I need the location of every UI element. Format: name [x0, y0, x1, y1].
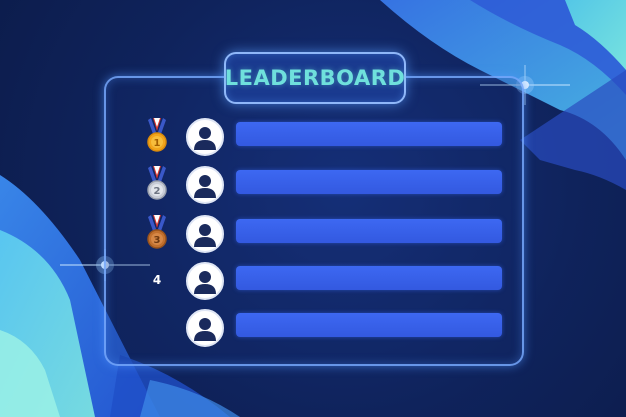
rank-number: 4	[152, 273, 162, 287]
svg-text:3: 3	[154, 235, 161, 246]
avatar	[186, 262, 224, 300]
page-title: LEADERBOARD	[224, 66, 406, 90]
user-icon	[194, 271, 216, 294]
gold-medal-icon: 1	[147, 118, 167, 152]
rank-4: 4	[142, 260, 172, 300]
score-bar	[236, 313, 502, 337]
score-bar	[236, 266, 502, 290]
avatar	[186, 166, 224, 204]
avatar	[186, 215, 224, 253]
user-icon	[194, 127, 216, 150]
rank-2: 2	[142, 164, 172, 204]
list-item: 1	[0, 116, 626, 156]
list-item: 2	[0, 164, 626, 204]
user-icon	[194, 224, 216, 247]
leaderboard-screen: LEADERBOARD 1 2 3 4	[0, 0, 626, 417]
list-item	[0, 307, 626, 347]
avatar	[186, 309, 224, 347]
list-item: 4	[0, 260, 626, 300]
score-bar	[236, 122, 502, 146]
svg-text:2: 2	[154, 186, 161, 197]
title-box: LEADERBOARD	[224, 52, 406, 104]
silver-medal-icon: 2	[147, 166, 167, 200]
rank-5	[142, 307, 172, 347]
svg-text:1: 1	[154, 138, 161, 149]
score-bar	[236, 219, 502, 243]
score-bar	[236, 170, 502, 194]
user-icon	[194, 318, 216, 341]
list-item: 3	[0, 213, 626, 253]
bronze-medal-icon: 3	[147, 215, 167, 249]
avatar	[186, 118, 224, 156]
user-icon	[194, 175, 216, 198]
rank-1: 1	[142, 116, 172, 156]
rank-3: 3	[142, 213, 172, 253]
